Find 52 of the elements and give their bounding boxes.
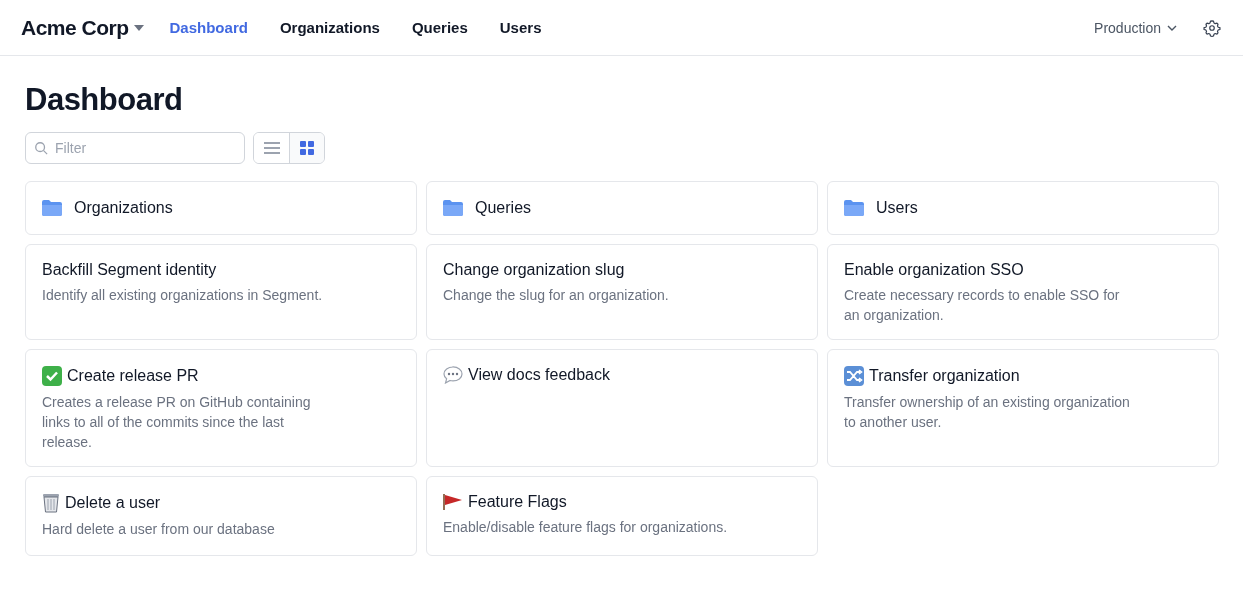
- nav-link[interactable]: Dashboard: [169, 19, 248, 36]
- speech-bubble-icon: [443, 366, 463, 384]
- card-description: Hard delete a user from our database: [42, 520, 276, 539]
- trash-can-icon: [42, 493, 60, 513]
- action-card[interactable]: Delete a user Hard delete a user from our database: [25, 476, 417, 556]
- action-card[interactable]: Create release PR Creates a release PR on GitHub containing links to all of the commits since the last release.: [25, 349, 417, 467]
- action-card[interactable]: Change organization slug Change the slug for an organization.: [426, 244, 818, 340]
- environment-dropdown[interactable]: Production: [1094, 19, 1177, 36]
- action-card[interactable]: Transfer organization Transfer ownership of an existing organization to another user.: [827, 349, 1219, 467]
- folder-title: Organizations: [74, 199, 173, 217]
- checkmark-icon: [42, 366, 62, 386]
- card-description: Create necessary records to enable SSO for an organization.: [844, 286, 1121, 325]
- card-description: Creates a release PR on GitHub containing links to all of the commits since the last release.: [42, 393, 312, 452]
- card-title: Delete a user: [65, 494, 161, 512]
- card-description: Change the slug for an organization.: [443, 286, 670, 305]
- nav-link[interactable]: Queries: [411, 19, 468, 36]
- card-title: Change organization slug: [443, 261, 625, 279]
- grid-icon: [300, 141, 314, 155]
- list-icon: [263, 142, 280, 154]
- card-title: Backfill Segment identity: [42, 261, 217, 279]
- folder-card[interactable]: Users: [827, 181, 1219, 235]
- folder-icon: [443, 200, 463, 216]
- folder-icon: [844, 200, 864, 216]
- flag-icon: [443, 493, 463, 511]
- card-title: Enable organization SSO: [844, 261, 1024, 279]
- search-icon: [34, 141, 48, 155]
- grid-view-button[interactable]: [289, 133, 324, 163]
- card-title: View docs feedback: [468, 366, 610, 384]
- page-title: Dashboard: [25, 82, 184, 118]
- caret-icon[interactable]: [133, 24, 144, 31]
- nav-link[interactable]: Users: [499, 19, 542, 36]
- card-title: Create release PR: [67, 367, 199, 385]
- card-description: Identify all existing organizations in Segment.: [42, 286, 324, 305]
- chevron-down-icon: [1167, 24, 1177, 31]
- filter-field[interactable]: Filter: [25, 132, 245, 164]
- nav-link[interactable]: Organizations: [279, 19, 380, 36]
- card-description: Enable/disable feature flags for organizations.: [443, 518, 729, 537]
- brand-name[interactable]: Acme Corp: [21, 15, 129, 40]
- card-title: Transfer organization: [869, 367, 1020, 385]
- settings-icon[interactable]: [1203, 18, 1221, 37]
- card-title: Feature Flags: [468, 493, 567, 511]
- folder-title: Users: [876, 199, 918, 217]
- action-card[interactable]: Enable organization SSO Create necessary records to enable SSO for an organization.: [827, 244, 1219, 340]
- folder-card[interactable]: Organizations: [25, 181, 417, 235]
- action-card[interactable]: Backfill Segment identity Identify all existing organizations in Segment.: [25, 244, 417, 340]
- folder-card[interactable]: Queries: [426, 181, 818, 235]
- action-card[interactable]: Feature Flags Enable/disable feature flags for organizations.: [426, 476, 818, 556]
- folder-title: Queries: [475, 199, 532, 217]
- folder-icon: [42, 200, 62, 216]
- shuffle-icon: [844, 366, 864, 386]
- action-card[interactable]: View docs feedback: [426, 349, 818, 467]
- card-description: Transfer ownership of an existing organization to another user.: [844, 393, 1131, 432]
